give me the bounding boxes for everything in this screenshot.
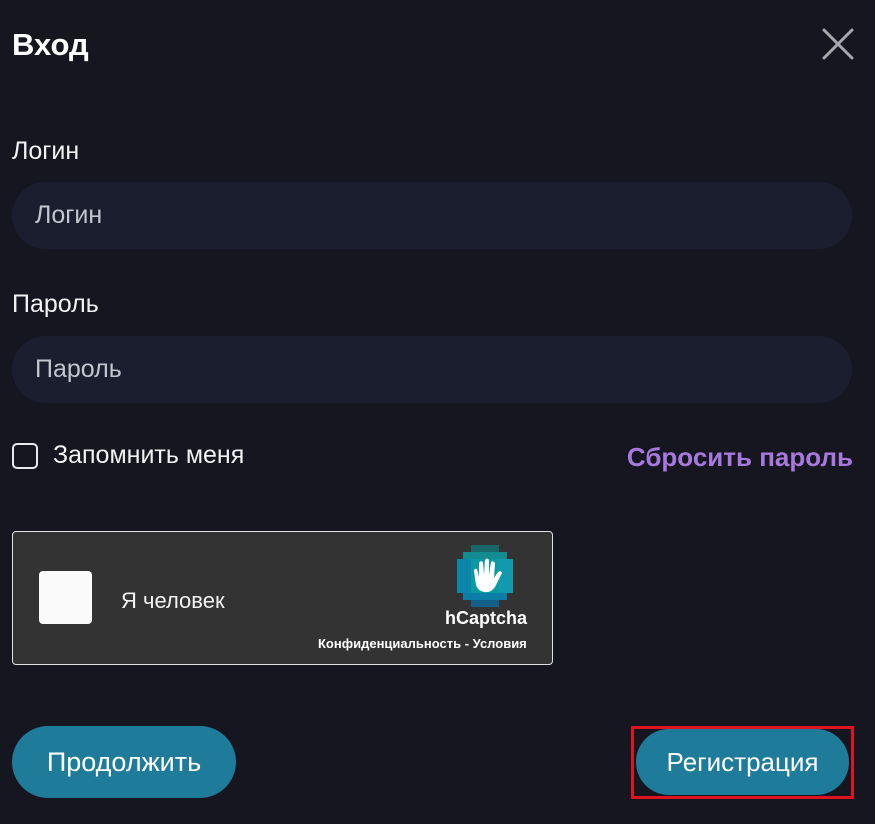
captcha-separator: - — [461, 636, 473, 651]
dialog-title: Вход — [12, 27, 89, 62]
password-label: Пароль — [12, 290, 99, 318]
register-button[interactable]: Регистрация — [636, 729, 849, 795]
captcha-checkbox[interactable] — [39, 571, 92, 624]
login-input[interactable] — [12, 182, 852, 249]
remember-checkbox[interactable] — [12, 442, 38, 469]
close-icon[interactable] — [818, 24, 858, 64]
captcha-privacy-link[interactable]: Конфиденциальность — [318, 636, 461, 651]
hcaptcha-brand: hCaptcha — [445, 608, 528, 628]
password-input[interactable] — [12, 336, 852, 403]
hcaptcha-hand-icon — [457, 545, 513, 607]
hcaptcha-widget: Я человек hCaptcha Конфиденциальность - … — [12, 531, 553, 665]
remember-me[interactable]: Запомнить меня — [12, 441, 244, 470]
captcha-label: Я человек — [121, 588, 225, 613]
captcha-terms-link[interactable]: Условия — [473, 636, 527, 651]
continue-button[interactable]: Продолжить — [12, 726, 236, 798]
reset-password-link[interactable]: Сбросить пароль — [627, 442, 853, 473]
captcha-links: Конфиденциальность - Условия — [318, 636, 527, 651]
login-label: Логин — [12, 137, 80, 165]
remember-label: Запомнить меня — [53, 441, 245, 469]
